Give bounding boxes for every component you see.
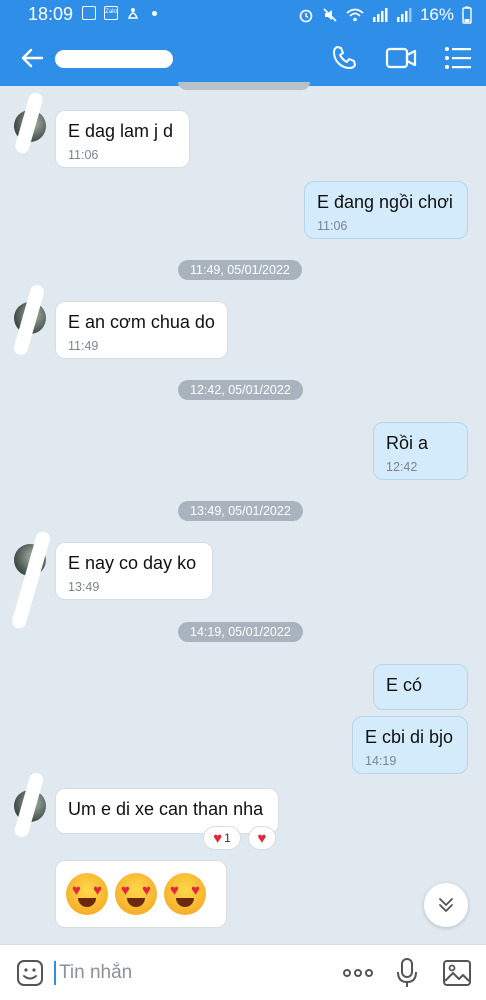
heart-icon: ♥	[213, 829, 223, 847]
message-text: Um e di xe can than nha	[68, 799, 264, 819]
gallery-icon	[82, 6, 96, 20]
heart-eyes-emoji: ♥ ♥	[164, 873, 206, 915]
more-icon[interactable]	[342, 963, 374, 983]
message-text: E an cơm chua do	[68, 312, 215, 332]
message-text: E dag lam j d	[68, 121, 174, 141]
video-call-icon[interactable]	[385, 45, 417, 71]
message-bubble[interactable]: E có	[373, 664, 468, 710]
reaction-count: 1	[224, 831, 231, 845]
date-separator: 11:49, 05/01/2022	[178, 260, 302, 280]
message-bubble[interactable]: E đang ngồi chơi 11:06	[304, 181, 468, 239]
message-list[interactable]: E dag lam j d 11:06 E đang ngồi chơi 11:…	[0, 82, 486, 944]
reaction-summary[interactable]: ♥ 1	[203, 826, 241, 850]
message-text: E cbi di bjo	[365, 727, 454, 747]
message-input[interactable]	[54, 961, 314, 985]
message-text: E có	[386, 675, 423, 695]
message-text: Rồi a	[386, 433, 429, 453]
heart-eyes-emoji: ♥ ♥	[66, 873, 108, 915]
menu-icon[interactable]	[444, 45, 472, 71]
message-composer	[0, 944, 486, 1000]
alarm-icon	[299, 9, 313, 23]
message-bubble[interactable]: E dag lam j d 11:06	[55, 110, 190, 168]
message-time: 13:49	[68, 580, 100, 594]
name-redaction	[55, 50, 173, 68]
status-time: 18:09	[28, 4, 74, 24]
message-text: E đang ngồi chơi	[317, 192, 453, 212]
battery-icon	[462, 6, 472, 24]
mute-icon	[323, 8, 337, 22]
system-icons: 16%	[298, 5, 472, 25]
battery-percent: 16%	[419, 5, 454, 24]
signal-icon-2	[396, 8, 412, 22]
dot-icon	[152, 10, 157, 16]
heart-icon: ♥	[257, 829, 267, 847]
message-text: E nay co day ko	[68, 553, 197, 573]
wifi-icon	[346, 8, 364, 22]
phone-icon[interactable]	[330, 44, 358, 72]
message-bubble[interactable]: E an cơm chua do 11:49	[55, 301, 228, 359]
heart-eyes-emoji: ♥ ♥	[115, 873, 157, 915]
back-arrow-icon[interactable]	[18, 44, 46, 72]
date-separator: 12:42, 05/01/2022	[178, 380, 303, 400]
scroll-to-bottom-button[interactable]	[424, 883, 468, 927]
react-button[interactable]: ♥	[248, 826, 276, 850]
message-bubble[interactable]: Rồi a 12:42	[373, 422, 468, 480]
emoji-message-bubble[interactable]: ♥ ♥ ♥ ♥ ♥ ♥	[55, 860, 227, 928]
chat-header	[0, 30, 486, 86]
date-separator: 14:19, 05/01/2022	[178, 622, 303, 642]
message-bubble[interactable]: E nay co day ko 13:49	[55, 542, 213, 600]
message-time: 14:19	[365, 754, 397, 768]
signal-icon	[372, 8, 388, 22]
message-time: 11:49	[68, 339, 99, 353]
message-time: 11:06	[317, 219, 348, 233]
microphone-icon[interactable]	[396, 957, 418, 989]
message-bubble[interactable]: Um e di xe can than nha	[55, 788, 279, 834]
image-icon[interactable]	[442, 959, 472, 987]
zalo-icon: Zalo	[104, 6, 118, 20]
message-time: 12:42	[386, 460, 418, 474]
date-separator: 13:49, 05/01/2022	[178, 501, 303, 521]
sticker-icon[interactable]	[16, 959, 44, 987]
message-time: 11:06	[68, 148, 99, 162]
date-separator-partial	[178, 82, 310, 90]
status-bar: 18:09 Zalo 16%	[0, 0, 486, 30]
zalo-notification-icon	[127, 8, 139, 19]
message-bubble[interactable]: E cbi di bjo 14:19	[352, 716, 468, 774]
notification-icons: Zalo	[82, 6, 157, 20]
chevron-double-down-icon	[439, 898, 453, 912]
